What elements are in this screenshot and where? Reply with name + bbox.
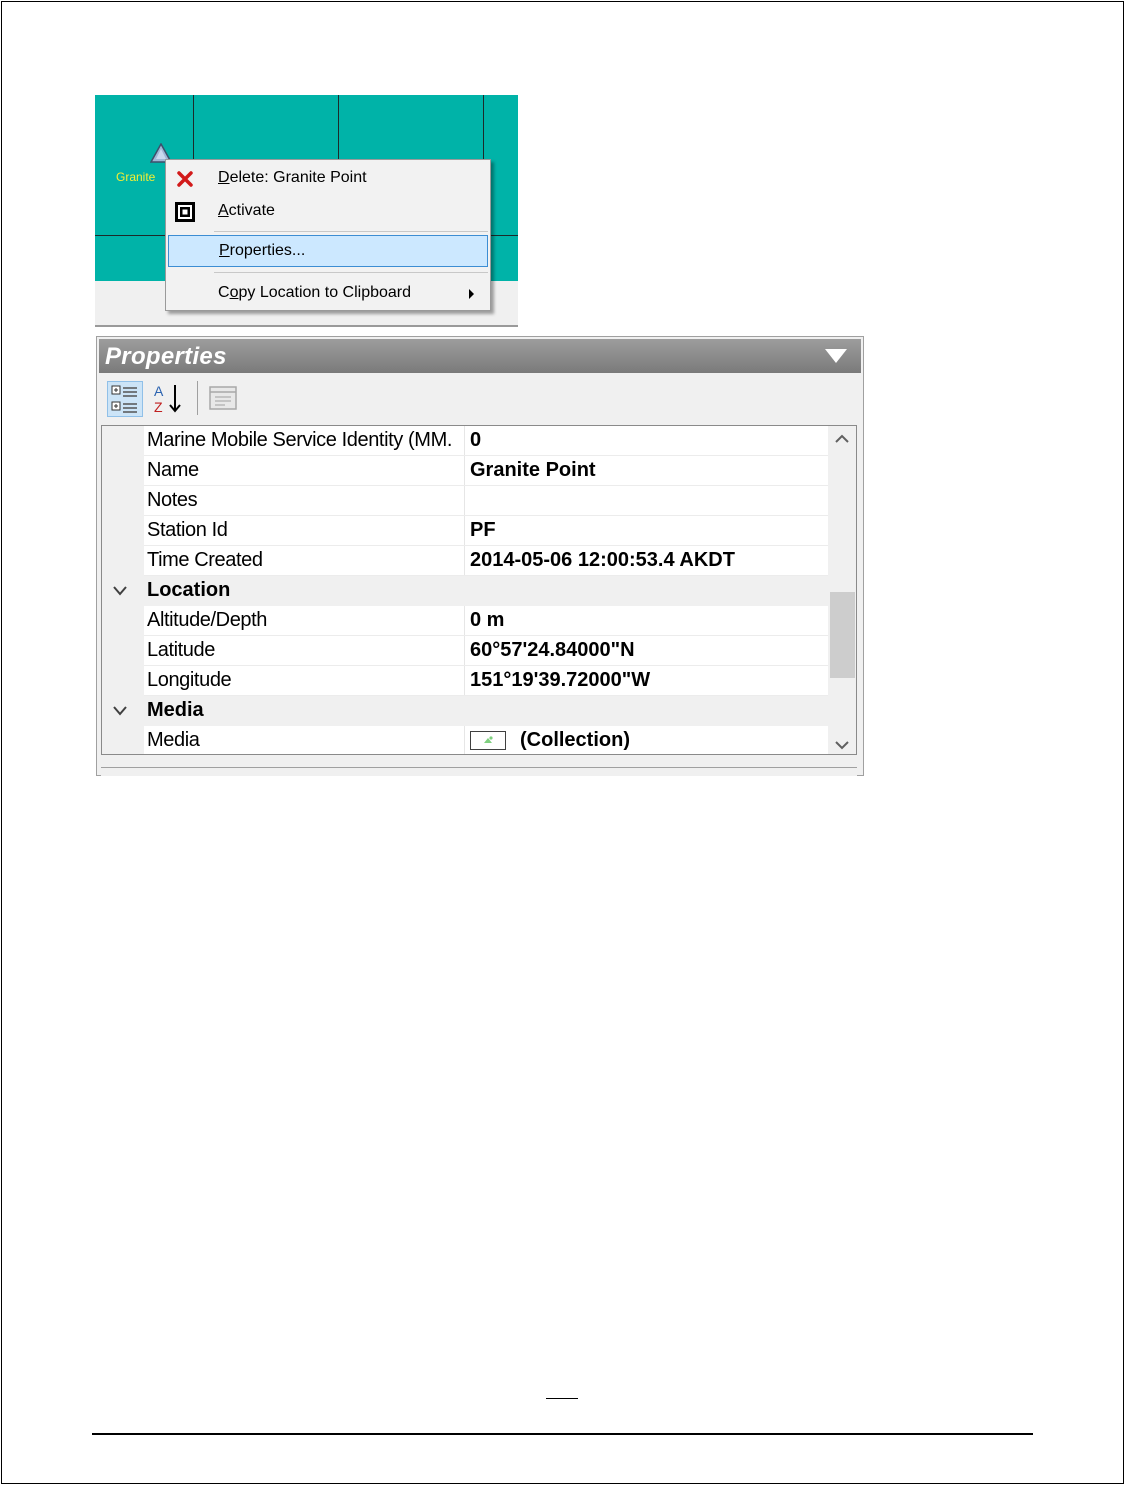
- toolbar-separator: [197, 381, 198, 415]
- property-value[interactable]: 2014-05-06 12:00:53.4 AKDT: [470, 546, 735, 575]
- menu-item-properties[interactable]: Properties...: [168, 235, 488, 267]
- property-pages-icon: [209, 386, 237, 410]
- category-location[interactable]: Location: [102, 576, 829, 606]
- footer-rule: [92, 1433, 1033, 1435]
- close-x-icon: [177, 171, 193, 187]
- menu-item-delete[interactable]: Delete: Granite Point: [166, 162, 490, 194]
- categorized-view-button[interactable]: [107, 381, 143, 417]
- media-thumbnail-icon[interactable]: [470, 731, 506, 750]
- category-title: Media: [147, 699, 204, 721]
- property-value[interactable]: Granite Point: [470, 456, 596, 485]
- property-value[interactable]: 151°19'39.72000"W: [470, 666, 650, 695]
- property-name: Altitude/Depth: [147, 609, 268, 631]
- properties-panel: Properties A Z Marine Mobile Service Ide…: [96, 336, 864, 776]
- properties-title-bar[interactable]: Properties: [99, 339, 861, 373]
- menu-separator: [214, 231, 488, 232]
- svg-text:A: A: [154, 383, 164, 399]
- sort-az-icon: A Z: [154, 383, 181, 415]
- page-number-underline: [546, 1398, 578, 1399]
- alphabetical-sort-button[interactable]: A Z: [151, 381, 187, 417]
- property-value[interactable]: PF: [470, 516, 496, 545]
- property-pages-button[interactable]: [205, 381, 241, 417]
- scroll-down-icon[interactable]: [835, 740, 849, 750]
- station-marker-label[interactable]: Granite: [116, 170, 155, 184]
- scrollbar-thumb[interactable]: [830, 592, 855, 678]
- menu-item-copy-location[interactable]: Copy Location to Clipboard: [166, 277, 490, 309]
- category-media[interactable]: Media: [102, 696, 829, 726]
- properties-title: Properties: [105, 343, 227, 370]
- chevron-down-icon[interactable]: [112, 705, 128, 717]
- menu-separator: [214, 272, 488, 273]
- scroll-up-icon[interactable]: [835, 434, 849, 444]
- panel-dropdown-icon[interactable]: [825, 349, 847, 363]
- property-row[interactable]: Station Id PF: [102, 516, 829, 546]
- property-name: Time Created: [147, 549, 263, 571]
- description-area: [101, 767, 857, 776]
- property-name: Station Id: [147, 519, 228, 541]
- property-name: Longitude: [147, 669, 232, 691]
- property-row[interactable]: Name Granite Point: [102, 456, 829, 486]
- menu-item-activate[interactable]: Activate: [166, 195, 490, 227]
- property-row[interactable]: Altitude/Depth 0 m: [102, 606, 829, 636]
- property-row[interactable]: Notes: [102, 486, 829, 516]
- activate-icon: [175, 202, 195, 222]
- property-row[interactable]: Marine Mobile Service Identity (MM. 0: [102, 426, 829, 456]
- property-row[interactable]: Longitude 151°19'39.72000"W: [102, 666, 829, 696]
- grid-scrollbar[interactable]: [828, 426, 856, 754]
- property-value[interactable]: (Collection): [520, 726, 630, 754]
- property-value[interactable]: 60°57'24.84000"N: [470, 636, 635, 665]
- category-title: Location: [147, 579, 231, 601]
- property-row[interactable]: Media (Collection): [102, 726, 829, 754]
- chevron-down-icon[interactable]: [112, 585, 128, 597]
- property-name: Name: [147, 459, 199, 481]
- property-row[interactable]: Time Created 2014-05-06 12:00:53.4 AKDT: [102, 546, 829, 576]
- context-menu: Delete: Granite Point Activate Propertie…: [165, 159, 491, 311]
- properties-toolbar: A Z: [99, 375, 861, 421]
- property-name: Notes: [147, 489, 198, 511]
- property-value[interactable]: 0 m: [470, 606, 504, 635]
- property-value[interactable]: 0: [470, 426, 481, 455]
- property-row[interactable]: Latitude 60°57'24.84000"N: [102, 636, 829, 666]
- categorized-view-icon: [111, 385, 137, 413]
- property-name: Media: [147, 729, 200, 751]
- property-name: Latitude: [147, 639, 215, 661]
- svg-text:Z: Z: [154, 399, 163, 415]
- chevron-right-icon: [469, 289, 474, 299]
- property-name: Marine Mobile Service Identity (MM.: [147, 429, 452, 451]
- property-grid[interactable]: Marine Mobile Service Identity (MM. 0 Na…: [101, 425, 857, 755]
